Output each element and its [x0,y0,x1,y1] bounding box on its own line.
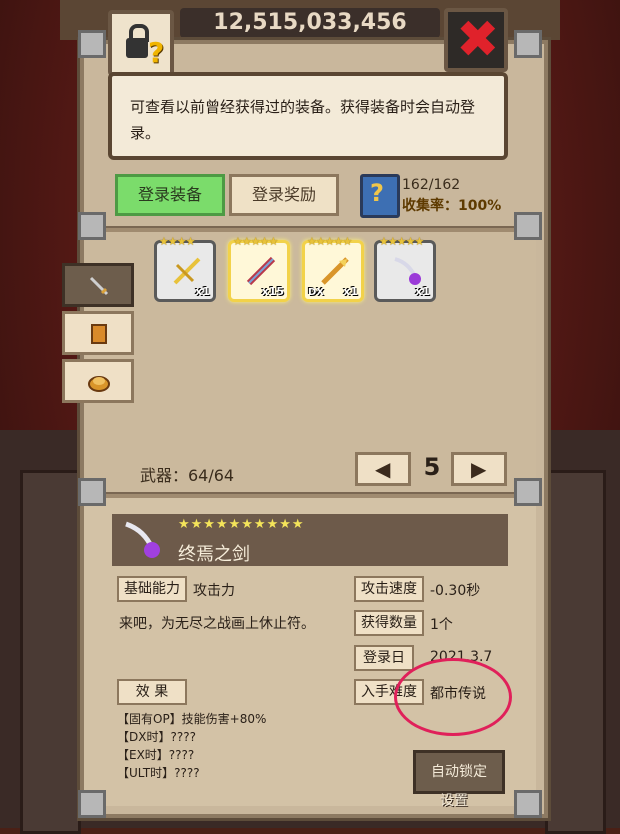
item-quantity: x1 [343,285,358,298]
corner-bolt [78,212,106,240]
rarity-stars: ★★★★★ [307,235,352,248]
red-sword-icon [246,256,276,286]
accessory-icon [88,376,110,392]
gold-spear-icon [321,257,349,285]
equipment-slot[interactable]: ★★★★★ DX x1 [302,235,364,302]
corner-bolt [514,478,542,506]
currency-display: 12,515,033,456 [180,8,440,38]
background-beam-right [545,470,606,834]
dx-badge: DX [308,287,325,298]
equipment-slot[interactable]: ★★★★ x1 [154,235,216,302]
auto-lock-button[interactable]: 自动锁定 [413,750,505,794]
left-arrow-icon: ◀ [375,457,391,481]
collection-rate: 收集率：100% [402,198,502,214]
corner-bolt [514,30,542,58]
armor-icon [91,324,107,344]
category-tab-weapon[interactable] [62,263,134,307]
obtained-count-value: 1个 [430,617,453,633]
rarity-stars: ★★★★ [159,235,195,248]
attack-speed-value: -0.30秒 [430,583,481,599]
weapon-icon [89,276,109,296]
rarity-stars: ★★★★★★★★★★ [178,517,305,532]
lock-help-button[interactable]: ? [108,10,174,76]
weapon-count: 武器：64/64 [140,466,235,485]
tab-register-reward[interactable]: 登录奖励 [229,174,339,216]
effect-label: 效 果 [117,679,187,705]
corner-bolt [78,30,106,58]
item-quantity: x1 [415,285,430,298]
effect-line: 【EX时】???? [117,748,195,762]
settings-label: 设置 [440,793,468,809]
tab-register-equipment[interactable]: 登录装备 [115,174,225,216]
collection-book-icon: ? [360,174,400,218]
close-icon: ✖ [456,10,500,70]
page-number: 5 [423,453,441,481]
prev-page-button[interactable]: ◀ [355,452,411,486]
effect-line: 【固有OP】技能伤害+80% [117,712,267,726]
flavor-text: 来吧，为无尽之战画上休止符。 [119,616,315,632]
basic-ability-label: 基础能力 [117,576,187,602]
right-arrow-icon: ▶ [471,457,487,481]
corner-bolt [78,790,106,818]
panel-divider [84,226,536,232]
rarity-stars: ★★★★★ [233,235,278,248]
attack-speed-label: 攻击速度 [354,576,424,602]
gold-crossbow-icon [173,257,201,285]
close-button[interactable]: ✖ [444,8,508,72]
weapon-name: 终焉之剑 [178,544,250,565]
effects-list: 【固有OP】技能伤害+80% 【DX时】???? 【EX时】???? 【ULT时… [117,710,266,782]
rarity-stars: ★★★★★ [379,235,424,248]
purple-mace-icon [394,257,421,285]
corner-bolt [514,212,542,240]
basic-ability-value: 攻击力 [193,583,235,599]
red-annotation-circle [394,658,512,736]
selected-weapon-icon [125,521,160,558]
background-beam-left [20,470,81,834]
next-page-button[interactable]: ▶ [451,452,507,486]
collection-count: 162/162 [402,177,461,193]
register-date-label: 登录日 [354,645,414,671]
detail-header [112,514,508,566]
effect-line: 【DX时】???? [117,730,196,744]
item-quantity: x1 [195,285,210,298]
info-description: 可查看以前曾经获得过的装备。获得装备时会自动登录。 [108,72,508,160]
item-quantity: x15 [261,285,284,298]
equipment-slot[interactable]: ★★★★★ x15 [228,235,290,302]
obtained-count-label: 获得数量 [354,610,424,636]
effect-line: 【ULT时】???? [117,766,200,780]
corner-bolt [78,478,106,506]
corner-bolt [514,790,542,818]
equipment-slot[interactable]: ★★★★★ x1 [374,235,436,302]
question-mark-icon: ? [148,36,165,69]
category-tab-accessory[interactable] [62,359,134,403]
category-tab-armor[interactable] [62,311,134,355]
lock-icon-body [126,38,148,58]
